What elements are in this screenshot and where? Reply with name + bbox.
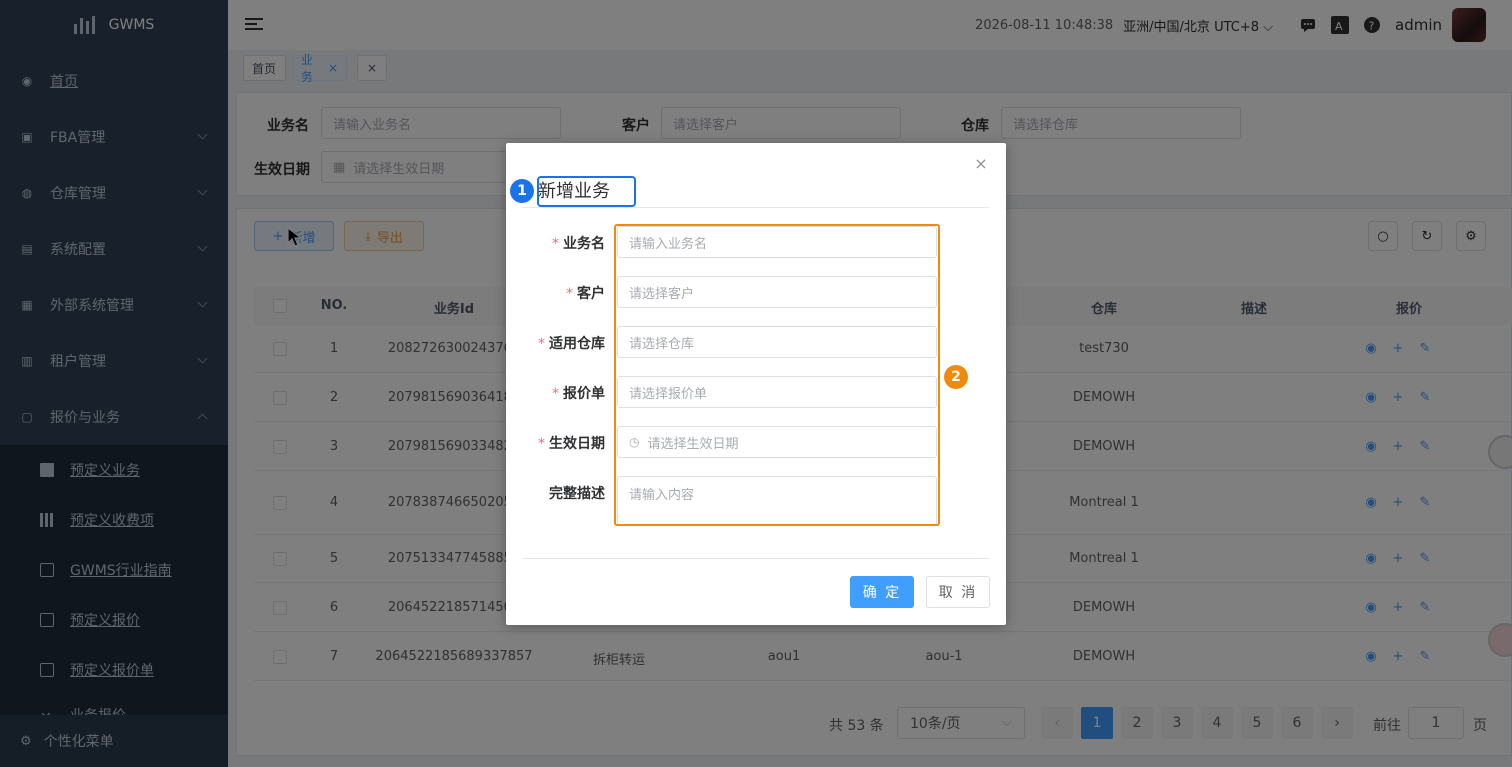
field-label: * 报价单 — [552, 386, 605, 402]
cancel-button[interactable]: 取 消 — [926, 576, 990, 608]
field-label: 完整描述 — [549, 486, 605, 502]
add-business-dialog: 1 新增业务 × * 业务名 请输入业务名 * 客户 请选择客户 * 适用仓库 请选择… — [506, 143, 1006, 625]
confirm-button[interactable]: 确 定 — [850, 576, 914, 608]
annotation-badge-1: 1 — [510, 179, 534, 203]
dialog-divider — [522, 207, 989, 208]
field-label: * 生效日期 — [538, 436, 605, 452]
annotation-badge-2: 2 — [944, 365, 968, 389]
dialog-title: 新增业务 — [538, 181, 610, 202]
close-icon[interactable]: × — [974, 156, 988, 172]
dialog-footer-divider — [522, 558, 989, 559]
field-label: * 客户 — [566, 286, 605, 302]
field-label: * 业务名 — [552, 236, 605, 252]
annotation-box-2 — [614, 224, 940, 526]
field-label: * 适用仓库 — [538, 336, 605, 352]
